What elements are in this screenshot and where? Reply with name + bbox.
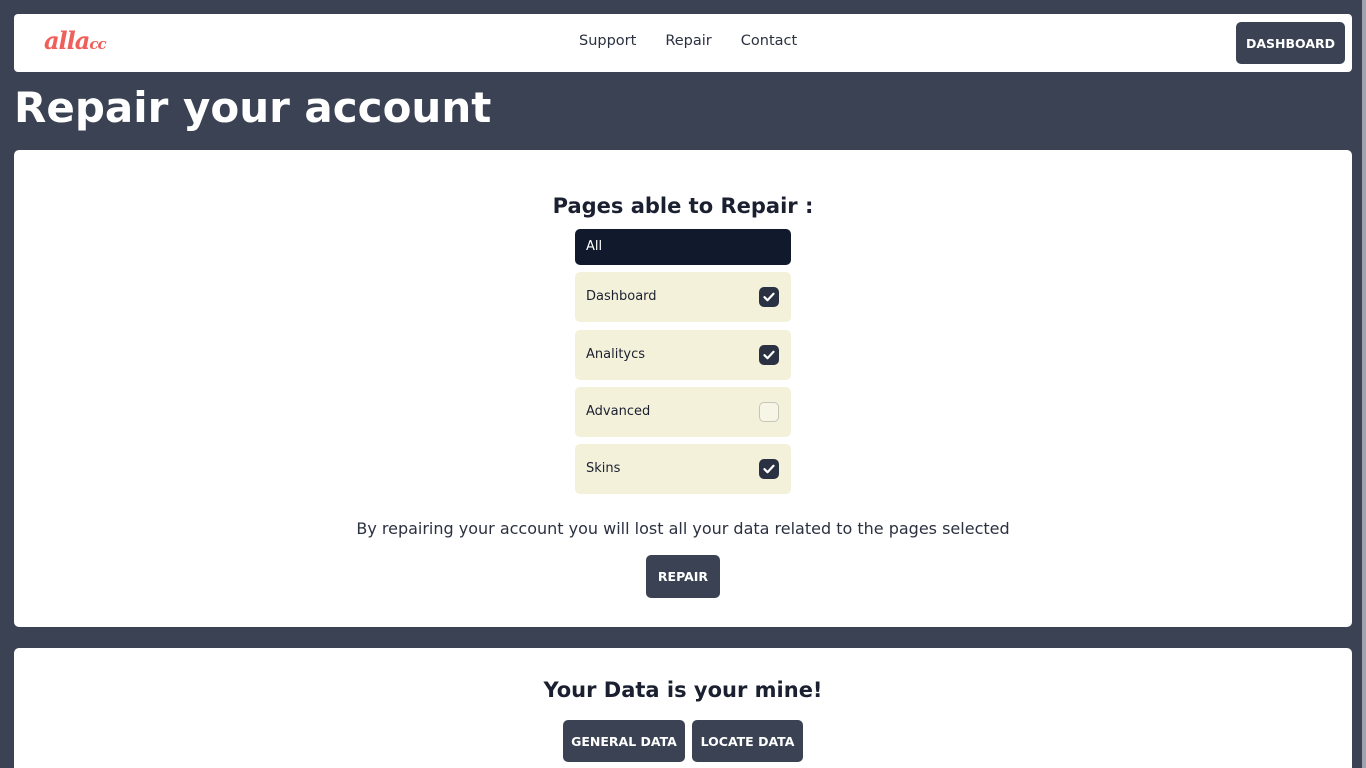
option-advanced[interactable]: Advanced bbox=[575, 387, 791, 437]
option-label: Skins bbox=[586, 461, 621, 476]
data-section-title: Your Data is your mine! bbox=[543, 678, 823, 702]
logo[interactable]: allacc bbox=[44, 26, 107, 55]
checkbox-analitycs[interactable] bbox=[759, 345, 779, 365]
general-data-button[interactable]: GENERAL DATA bbox=[563, 720, 685, 762]
logo-text-small: cc bbox=[89, 35, 106, 53]
nav-link-repair[interactable]: Repair bbox=[665, 33, 711, 49]
check-icon bbox=[763, 292, 775, 302]
check-icon bbox=[763, 464, 775, 474]
option-label: Analitycs bbox=[586, 347, 646, 362]
data-buttons: GENERAL DATA LOCATE DATA bbox=[563, 720, 803, 762]
nav-link-support[interactable]: Support bbox=[579, 33, 636, 49]
page: allacc Support Repair Contact DASHBOARD … bbox=[0, 0, 1366, 768]
repair-card: Pages able to Repair : All Dashboard Ana… bbox=[14, 150, 1352, 627]
locate-data-button[interactable]: LOCATE DATA bbox=[692, 720, 803, 762]
pages-select[interactable]: All bbox=[575, 229, 791, 265]
option-dashboard[interactable]: Dashboard bbox=[575, 272, 791, 322]
check-icon bbox=[763, 350, 775, 360]
option-label: Advanced bbox=[586, 404, 651, 419]
option-analitycs[interactable]: Analitycs bbox=[575, 330, 791, 380]
option-label: Dashboard bbox=[586, 289, 657, 304]
checkbox-skins[interactable] bbox=[759, 459, 779, 479]
checkbox-advanced[interactable] bbox=[759, 402, 779, 422]
nav-links: Support Repair Contact bbox=[579, 33, 797, 49]
logo-text-large: alla bbox=[44, 26, 90, 55]
dashboard-button[interactable]: DASHBOARD bbox=[1236, 22, 1345, 64]
navbar: allacc Support Repair Contact DASHBOARD bbox=[14, 14, 1352, 72]
data-card: Your Data is your mine! GENERAL DATA LOC… bbox=[14, 648, 1352, 768]
page-title: Repair your account bbox=[14, 83, 492, 132]
repair-warning-text: By repairing your account you will lost … bbox=[356, 519, 1010, 538]
checkbox-dashboard[interactable] bbox=[759, 287, 779, 307]
scrollbar[interactable] bbox=[1362, 0, 1366, 768]
repair-section-title: Pages able to Repair : bbox=[552, 194, 814, 218]
option-skins[interactable]: Skins bbox=[575, 444, 791, 494]
repair-button[interactable]: REPAIR bbox=[646, 555, 720, 598]
nav-link-contact[interactable]: Contact bbox=[741, 33, 797, 49]
